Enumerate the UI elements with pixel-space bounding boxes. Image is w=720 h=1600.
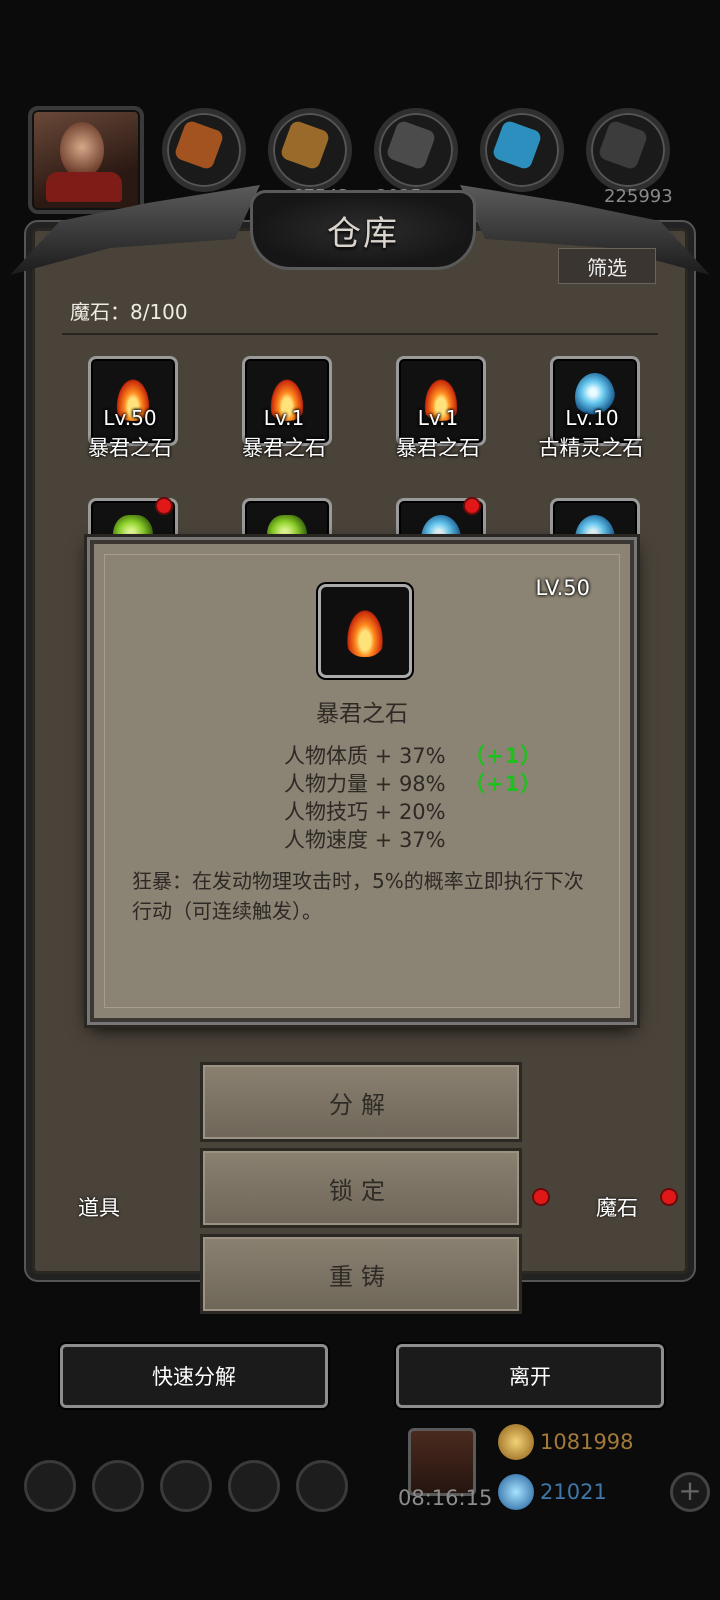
stat-line: 人物体质 + 37% bbox=[284, 744, 446, 768]
wood-resource-icon bbox=[268, 108, 352, 192]
diamond-amount: 21021 bbox=[540, 1480, 607, 1504]
item-level: Lv.50 bbox=[103, 406, 157, 430]
tooltip-item-name: 暴君之石 bbox=[316, 701, 408, 727]
item-name: 暴君之石 bbox=[88, 436, 172, 460]
item-level: Lv.10 bbox=[565, 406, 619, 430]
quick-decompose-button[interactable]: 快速分解 bbox=[60, 1344, 328, 1408]
fire-stone-icon bbox=[343, 603, 387, 657]
hero-face bbox=[60, 122, 104, 178]
diamond-icon bbox=[498, 1474, 534, 1510]
iron-resource-icon bbox=[374, 108, 458, 192]
item-name: 暴君之石 bbox=[242, 436, 326, 460]
stat-line: 人物力量 + 98% bbox=[284, 772, 446, 796]
gold-coin-icon bbox=[498, 1424, 534, 1460]
shop-icon[interactable] bbox=[296, 1460, 348, 1512]
item-detail-tooltip: LV.50 暴君之石 人物体质 + 37% （+1） 人物力量 + 98% （+… bbox=[90, 540, 634, 1022]
quest-icon[interactable] bbox=[160, 1460, 212, 1512]
tooltip-item-icon bbox=[318, 584, 412, 678]
resource-value: 225993 bbox=[604, 186, 673, 207]
new-item-dot bbox=[155, 497, 173, 515]
hero-portrait[interactable] bbox=[28, 106, 144, 214]
new-item-dot bbox=[532, 1188, 550, 1206]
stone-resource-icon bbox=[586, 108, 670, 192]
stat-bonus: （+1） bbox=[464, 744, 543, 768]
meat-resource-icon bbox=[162, 108, 246, 192]
stat-line: 人物技巧 + 20% bbox=[284, 800, 446, 824]
gold-amount: 1081998 bbox=[540, 1430, 634, 1454]
divider bbox=[62, 333, 658, 335]
panel-title: 仓库 bbox=[327, 213, 399, 254]
new-item-dot bbox=[463, 497, 481, 515]
hero-scarf bbox=[46, 172, 122, 202]
stat-line: 人物速度 + 37% bbox=[284, 828, 446, 852]
tooltip-description: 狂暴：在发动物理攻击时，5%的概率立即执行下次行动（可连续触发）。 bbox=[132, 869, 584, 923]
panel-title-plate: 仓库 bbox=[250, 190, 476, 270]
achievement-icon[interactable] bbox=[92, 1460, 144, 1512]
filter-button[interactable]: 筛选 bbox=[558, 248, 656, 284]
mail-icon[interactable] bbox=[228, 1460, 280, 1512]
decompose-button[interactable]: 分解 bbox=[200, 1062, 522, 1142]
crystal-resource-icon bbox=[480, 108, 564, 192]
category-tabs: 道具 魔石 bbox=[38, 1178, 678, 1250]
item-level: Lv.1 bbox=[417, 406, 459, 430]
item-name: 古精灵之石 bbox=[538, 436, 644, 460]
add-currency-icon[interactable]: + bbox=[670, 1472, 710, 1512]
stat-bonus: （+1） bbox=[464, 772, 543, 796]
leave-button[interactable]: 离开 bbox=[396, 1344, 664, 1408]
settings-icon[interactable] bbox=[24, 1460, 76, 1512]
timer: 08:16:15 bbox=[398, 1486, 493, 1510]
tab-items[interactable]: 道具 bbox=[78, 1192, 120, 1222]
new-item-dot bbox=[660, 1188, 678, 1206]
stone-capacity-label: 魔石：8/100 bbox=[70, 300, 188, 324]
item-level: Lv.1 bbox=[263, 406, 305, 430]
tooltip-level: LV.50 bbox=[535, 576, 590, 600]
item-name: 暴君之石 bbox=[396, 436, 480, 460]
tab-magic-stones[interactable]: 魔石 bbox=[596, 1192, 638, 1222]
